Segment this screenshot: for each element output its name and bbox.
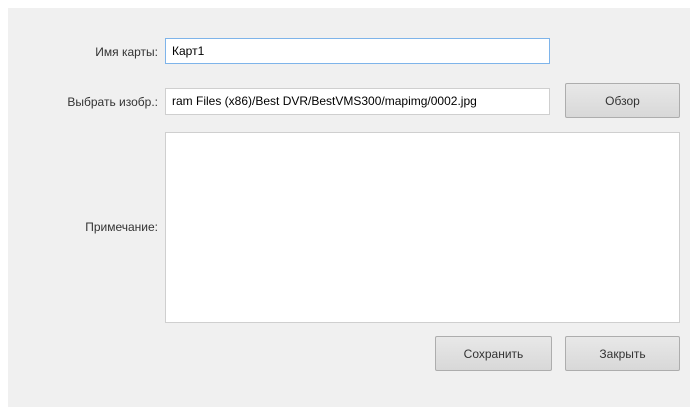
note-textarea[interactable] xyxy=(165,132,680,323)
map-name-label: Имя карты: xyxy=(95,45,158,59)
map-name-input[interactable] xyxy=(165,38,550,64)
note-label: Примечание: xyxy=(85,220,158,234)
image-path-value: ram Files (x86)/Best DVR/BestVMS300/mapi… xyxy=(172,94,477,108)
save-button[interactable]: Сохранить xyxy=(435,336,552,371)
image-path-input[interactable]: ram Files (x86)/Best DVR/BestVMS300/mapi… xyxy=(165,88,550,115)
browse-button[interactable]: Обзор xyxy=(565,83,680,118)
image-select-label: Выбрать изобр.: xyxy=(67,95,158,109)
close-button[interactable]: Закрыть xyxy=(565,336,680,371)
map-properties-dialog: Имя карты: Выбрать изобр.: ram Files (x8… xyxy=(8,8,690,407)
